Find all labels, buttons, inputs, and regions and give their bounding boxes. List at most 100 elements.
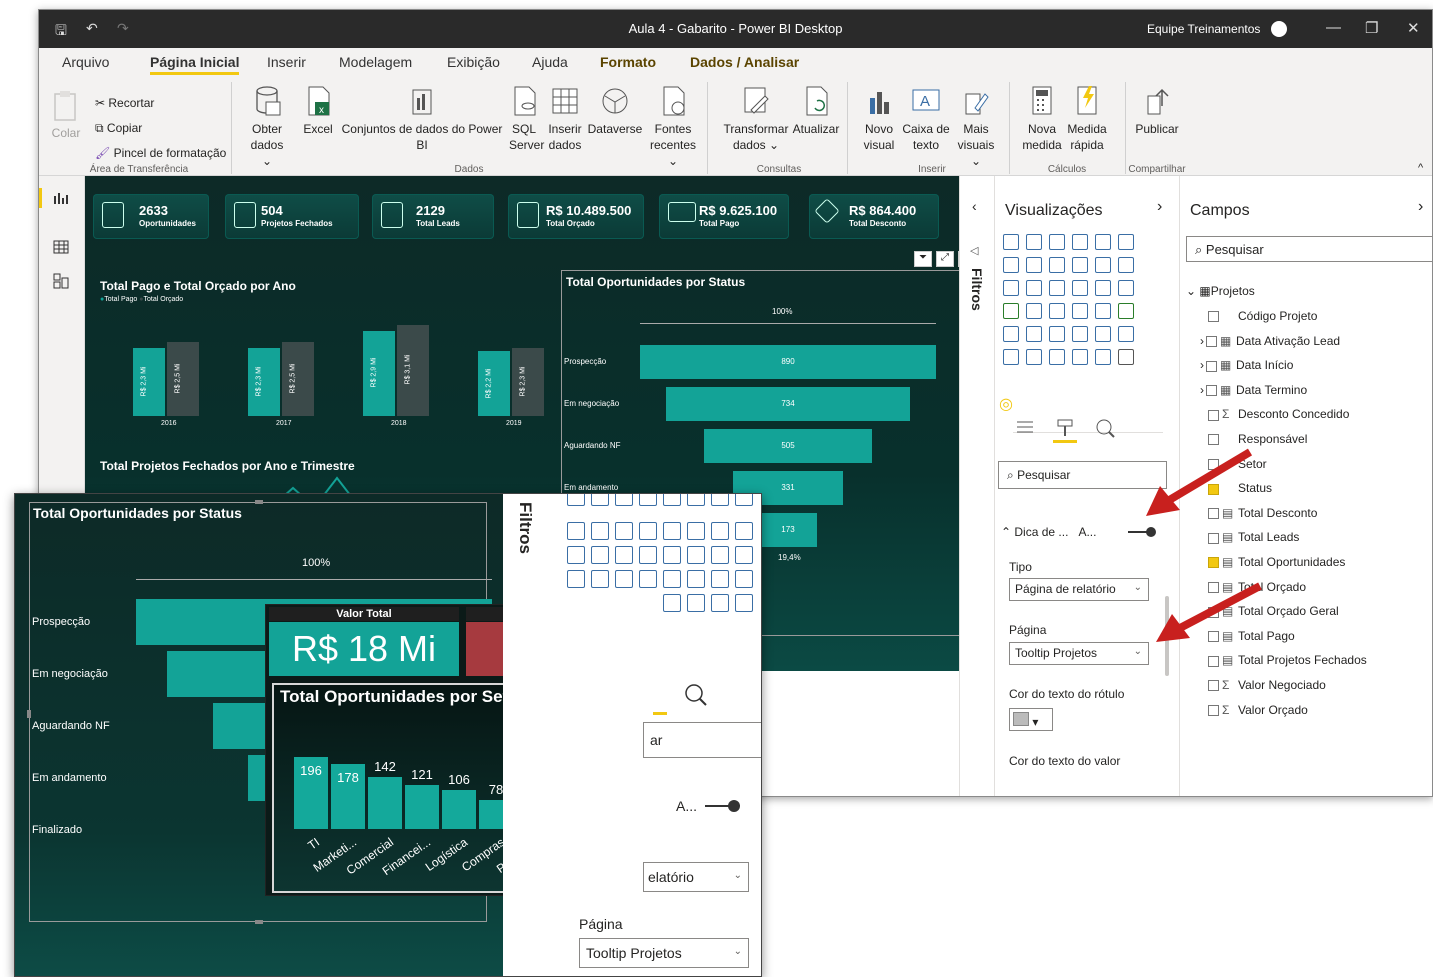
visual-type-icon[interactable] <box>735 570 753 588</box>
paste-button[interactable]: Colar <box>51 90 81 141</box>
table-projetos[interactable]: ⌄ ▦Projetos <box>1186 284 1255 298</box>
visual-type-icon[interactable] <box>1072 349 1088 365</box>
bar[interactable] <box>248 348 280 416</box>
visual-type-icon[interactable] <box>1049 234 1065 250</box>
field-item[interactable]: Código Projeto <box>1200 309 1317 323</box>
visual-type-icon[interactable] <box>639 570 657 588</box>
kpi-card-total-desconto[interactable]: R$ 864.400 Total Desconto <box>809 194 939 239</box>
user-name[interactable]: Equipe Treinamentos <box>1147 22 1260 36</box>
chevron-right-icon[interactable]: › <box>1200 383 1204 397</box>
field-checkbox[interactable] <box>1208 704 1219 716</box>
visual-type-icon[interactable] <box>711 546 729 564</box>
chevron-right-icon[interactable]: › <box>1418 198 1423 216</box>
filter-icon[interactable]: ⏷ <box>914 251 932 267</box>
field-item[interactable]: Responsável <box>1200 432 1307 446</box>
visual-type-icon[interactable] <box>1026 280 1042 296</box>
kpi-card-total-leads[interactable]: 2129 Total Leads <box>372 194 494 239</box>
field-item[interactable]: ▤ Total Projetos Fechados <box>1200 653 1367 667</box>
visual-type-icon[interactable] <box>735 546 753 564</box>
label-color-picker[interactable]: ▾ <box>1009 708 1053 731</box>
visual-type-icon[interactable] <box>1072 257 1088 273</box>
visual-type-icon[interactable] <box>639 522 657 540</box>
focus-mode-icon[interactable]: ⤢ <box>936 251 954 267</box>
visual-type-icon[interactable] <box>1026 257 1042 273</box>
field-item[interactable]: › ▦ Data Ativação Lead <box>1200 334 1340 348</box>
collapse-ribbon-icon[interactable]: ^ <box>1418 162 1423 174</box>
visual-type-icon[interactable] <box>1026 234 1042 250</box>
bar[interactable] <box>478 351 510 416</box>
visual-type-icon[interactable] <box>1118 280 1134 296</box>
refresh-button[interactable]: Atualizar <box>791 84 841 137</box>
visual-type-icon[interactable] <box>1118 349 1134 365</box>
report-view-icon[interactable] <box>53 190 69 206</box>
chevron-right-icon[interactable]: › <box>1157 198 1162 216</box>
fields-search-input[interactable]: ⌕ Pesquisar <box>1186 236 1432 262</box>
zoomed-tipo-dropdown[interactable]: elatório ⌄ <box>643 862 749 892</box>
enter-data-button[interactable]: Inserir dados <box>547 84 583 153</box>
kpi-card-oportunidades[interactable]: 2633 Oportunidades <box>93 194 209 239</box>
visual-type-icon[interactable] <box>1095 349 1111 365</box>
visual-type-icon[interactable] <box>663 522 681 540</box>
field-item[interactable]: Σ Valor Negociado <box>1200 678 1326 692</box>
visual-type-icon[interactable] <box>1095 234 1111 250</box>
field-item[interactable]: ▤ Total Oportunidades <box>1200 555 1345 569</box>
funnel-bar[interactable]: 890 <box>640 345 936 379</box>
field-checkbox[interactable] <box>1208 434 1219 446</box>
visual-type-icon[interactable] <box>663 570 681 588</box>
bar[interactable] <box>363 330 395 416</box>
visual-type-icon[interactable] <box>591 494 609 506</box>
kpi-card-projetos-fechados[interactable]: 504 Projetos Fechados <box>225 194 359 239</box>
visual-type-icon[interactable] <box>711 522 729 540</box>
bar[interactable] <box>282 342 314 416</box>
restore-icon[interactable]: ❐ <box>1365 19 1378 37</box>
visual-type-icon[interactable] <box>639 494 657 506</box>
sql-server-button[interactable]: SQL Server <box>509 84 544 153</box>
visual-type-icon[interactable] <box>1026 326 1042 342</box>
visual-type-icon[interactable] <box>735 494 753 506</box>
menu-modelagem[interactable]: Modelagem <box>339 54 412 70</box>
visual-type-icon[interactable] <box>1072 303 1088 319</box>
recent-sources-button[interactable]: Fontes recentes ⌄ <box>645 84 701 169</box>
field-item[interactable]: Σ Desconto Concedido <box>1200 407 1349 421</box>
field-checkbox[interactable] <box>1208 532 1219 544</box>
model-view-icon[interactable] <box>53 273 69 289</box>
field-item[interactable]: Σ Valor Orçado <box>1200 703 1308 717</box>
fields-tab-icon[interactable] <box>1015 418 1035 438</box>
menu-exibicao[interactable]: Exibição <box>447 54 500 70</box>
visual-type-icon[interactable] <box>1049 257 1065 273</box>
visual-type-icon[interactable] <box>711 494 729 506</box>
menu-ajuda[interactable]: Ajuda <box>532 54 568 70</box>
bar-chart-pago-orcado[interactable]: R$ 2,3 Mi R$ 2,5 Mi 2016 R$ 2,3 Mi R$ 2,5 Mi… <box>105 316 565 436</box>
visual-type-icon[interactable] <box>663 546 681 564</box>
quick-measure-button[interactable]: Medida rápida <box>1065 84 1109 153</box>
visual-type-icon[interactable] <box>1049 280 1065 296</box>
visual-type-icon[interactable] <box>1095 303 1111 319</box>
visual-type-icon[interactable] <box>639 546 657 564</box>
visual-type-icon[interactable] <box>1072 326 1088 342</box>
visual-type-icon[interactable] <box>1118 303 1134 319</box>
visual-type-icon[interactable] <box>687 522 705 540</box>
powerbi-datasets-button[interactable]: Conjuntos de dados do Power BI <box>337 84 507 153</box>
field-item[interactable]: ▤ Total Leads <box>1200 530 1299 544</box>
dataverse-button[interactable]: Dataverse <box>587 84 643 137</box>
chevron-left-icon[interactable]: ‹ <box>972 198 977 214</box>
visual-type-icon[interactable] <box>1095 257 1111 273</box>
chevron-right-icon[interactable]: › <box>1200 358 1204 372</box>
menu-pagina-inicial[interactable]: Página Inicial <box>150 54 240 75</box>
field-checkbox[interactable] <box>1208 409 1219 421</box>
visual-type-icon[interactable] <box>711 594 729 612</box>
visual-type-icon[interactable] <box>1003 303 1019 319</box>
visual-type-icon[interactable] <box>567 570 585 588</box>
visual-type-icon[interactable] <box>735 522 753 540</box>
zoomed-toggle[interactable] <box>705 800 740 812</box>
visual-type-icon[interactable] <box>1118 326 1134 342</box>
zoomed-search-input[interactable]: ar <box>643 722 761 758</box>
bar[interactable] <box>167 342 199 416</box>
menu-dados-analisar[interactable]: Dados / Analisar <box>690 54 799 70</box>
visual-type-icon[interactable] <box>615 546 633 564</box>
visual-type-icon[interactable] <box>1118 234 1134 250</box>
menu-arquivo[interactable]: Arquivo <box>62 54 109 70</box>
data-view-icon[interactable] <box>53 239 69 255</box>
field-checkbox[interactable] <box>1206 385 1217 397</box>
visual-type-icon[interactable] <box>1026 349 1042 365</box>
